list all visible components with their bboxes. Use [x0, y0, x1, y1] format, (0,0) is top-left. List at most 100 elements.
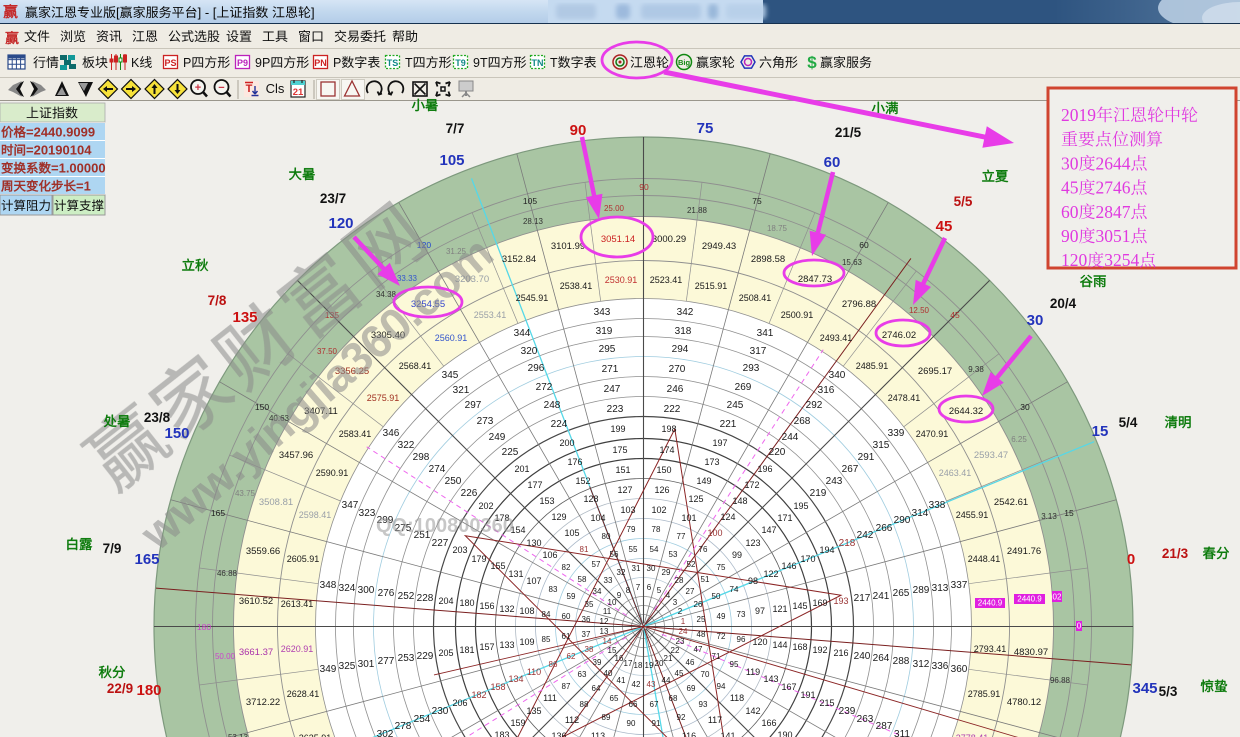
svg-text:194: 194 — [819, 545, 834, 555]
svg-text:54: 54 — [650, 545, 659, 554]
svg-text:272: 272 — [536, 382, 553, 393]
svg-text:105: 105 — [439, 152, 464, 169]
svg-text:345: 345 — [442, 370, 459, 381]
svg-text:123: 123 — [745, 538, 760, 548]
svg-text:5: 5 — [657, 586, 662, 595]
svg-text:339: 339 — [888, 428, 905, 439]
svg-text:225: 225 — [502, 447, 519, 458]
svg-text:263: 263 — [857, 714, 874, 725]
svg-text:271: 271 — [602, 364, 619, 375]
svg-text:276: 276 — [378, 588, 395, 599]
svg-text:45: 45 — [675, 669, 684, 678]
svg-text:34: 34 — [593, 587, 602, 596]
svg-text:2455.91: 2455.91 — [956, 510, 989, 520]
svg-text:83: 83 — [549, 585, 558, 594]
svg-text:28.13: 28.13 — [523, 217, 544, 226]
svg-text:134: 134 — [508, 674, 523, 684]
svg-text:2508.41: 2508.41 — [739, 293, 772, 303]
svg-text:55: 55 — [629, 545, 638, 554]
svg-text:2515.91: 2515.91 — [695, 281, 728, 291]
svg-text:203: 203 — [452, 545, 467, 555]
svg-text:30: 30 — [647, 564, 656, 573]
svg-text:219: 219 — [810, 488, 827, 499]
svg-text:2778.41: 2778.41 — [956, 733, 989, 737]
svg-text:2796.88: 2796.88 — [842, 299, 876, 310]
svg-text:2598.41: 2598.41 — [299, 510, 332, 520]
svg-text:296: 296 — [528, 363, 545, 374]
svg-text:148: 148 — [732, 496, 747, 506]
svg-text:TN: TN — [532, 58, 544, 68]
svg-text:318: 318 — [675, 326, 692, 337]
svg-text:2545.91: 2545.91 — [516, 293, 549, 303]
svg-text:[: [ — [116, 5, 120, 20]
svg-text:62: 62 — [567, 652, 576, 661]
svg-text:2553.41: 2553.41 — [474, 310, 507, 320]
svg-text:3: 3 — [673, 598, 678, 607]
svg-text:35: 35 — [585, 600, 594, 609]
svg-text:180: 180 — [459, 598, 474, 608]
svg-text:221: 221 — [720, 419, 737, 430]
svg-text:132: 132 — [499, 604, 514, 614]
svg-text:42: 42 — [632, 680, 641, 689]
svg-text:146: 146 — [781, 561, 796, 571]
svg-text:265: 265 — [893, 588, 910, 599]
svg-text:152: 152 — [575, 476, 590, 486]
svg-text:190: 190 — [777, 730, 792, 737]
svg-text:344: 344 — [514, 328, 531, 339]
svg-text:21/3: 21/3 — [1162, 546, 1189, 561]
svg-text:3101.99: 3101.99 — [551, 241, 585, 252]
svg-text:90: 90 — [639, 182, 649, 192]
svg-text:293: 293 — [743, 363, 760, 374]
svg-text:143: 143 — [763, 674, 778, 684]
svg-text:30: 30 — [1020, 402, 1030, 412]
svg-text:119: 119 — [746, 667, 760, 677]
svg-text:80: 80 — [602, 532, 611, 541]
svg-text:2785.91: 2785.91 — [968, 689, 1001, 699]
svg-text:340: 340 — [829, 370, 846, 381]
svg-text:206: 206 — [452, 698, 467, 708]
svg-text:63: 63 — [578, 670, 587, 679]
svg-text:204: 204 — [438, 596, 453, 606]
svg-text:2493.41: 2493.41 — [820, 333, 853, 343]
svg-text:150: 150 — [656, 465, 671, 475]
svg-text:66: 66 — [629, 700, 638, 709]
svg-text:345: 345 — [1132, 680, 1157, 697]
svg-text:3712.22: 3712.22 — [246, 697, 280, 708]
svg-text:6.25: 6.25 — [1011, 435, 1027, 444]
svg-text:Big: Big — [678, 58, 691, 67]
svg-text:87: 87 — [562, 682, 571, 691]
svg-text:T: T — [405, 56, 413, 70]
svg-text:126: 126 — [654, 485, 669, 495]
svg-text:60: 60 — [824, 154, 841, 171]
svg-text:79: 79 — [627, 525, 636, 534]
svg-text:51: 51 — [701, 575, 710, 584]
svg-text:12.50: 12.50 — [909, 306, 930, 315]
svg-text:170: 170 — [800, 554, 815, 564]
svg-text:291: 291 — [858, 452, 875, 463]
svg-text:120: 120 — [752, 637, 767, 647]
svg-text:15.63: 15.63 — [842, 258, 863, 267]
svg-text:90: 90 — [570, 122, 587, 139]
svg-text:=2440.9099: =2440.9099 — [26, 125, 95, 140]
svg-text:122: 122 — [763, 569, 778, 579]
svg-text:7/9: 7/9 — [103, 541, 122, 556]
svg-text:76: 76 — [699, 545, 708, 554]
svg-text:347: 347 — [342, 500, 359, 511]
svg-text:155: 155 — [490, 561, 505, 571]
svg-text:147: 147 — [761, 525, 776, 535]
svg-text:P9: P9 — [237, 58, 248, 68]
svg-text:95: 95 — [730, 660, 739, 669]
svg-text:3051.14: 3051.14 — [601, 234, 635, 245]
svg-text:2793.41: 2793.41 — [974, 644, 1007, 654]
svg-text:99: 99 — [732, 550, 742, 560]
svg-text:47: 47 — [694, 645, 703, 654]
svg-text:60: 60 — [1061, 202, 1079, 222]
svg-text:19: 19 — [645, 661, 654, 670]
svg-text:TS: TS — [387, 58, 399, 68]
svg-text:5/5: 5/5 — [954, 194, 973, 209]
svg-text:349: 349 — [320, 664, 337, 675]
svg-text:93: 93 — [699, 700, 708, 709]
svg-text:71: 71 — [712, 652, 721, 661]
svg-text:94: 94 — [717, 682, 726, 691]
svg-text:2019: 2019 — [1061, 105, 1096, 125]
